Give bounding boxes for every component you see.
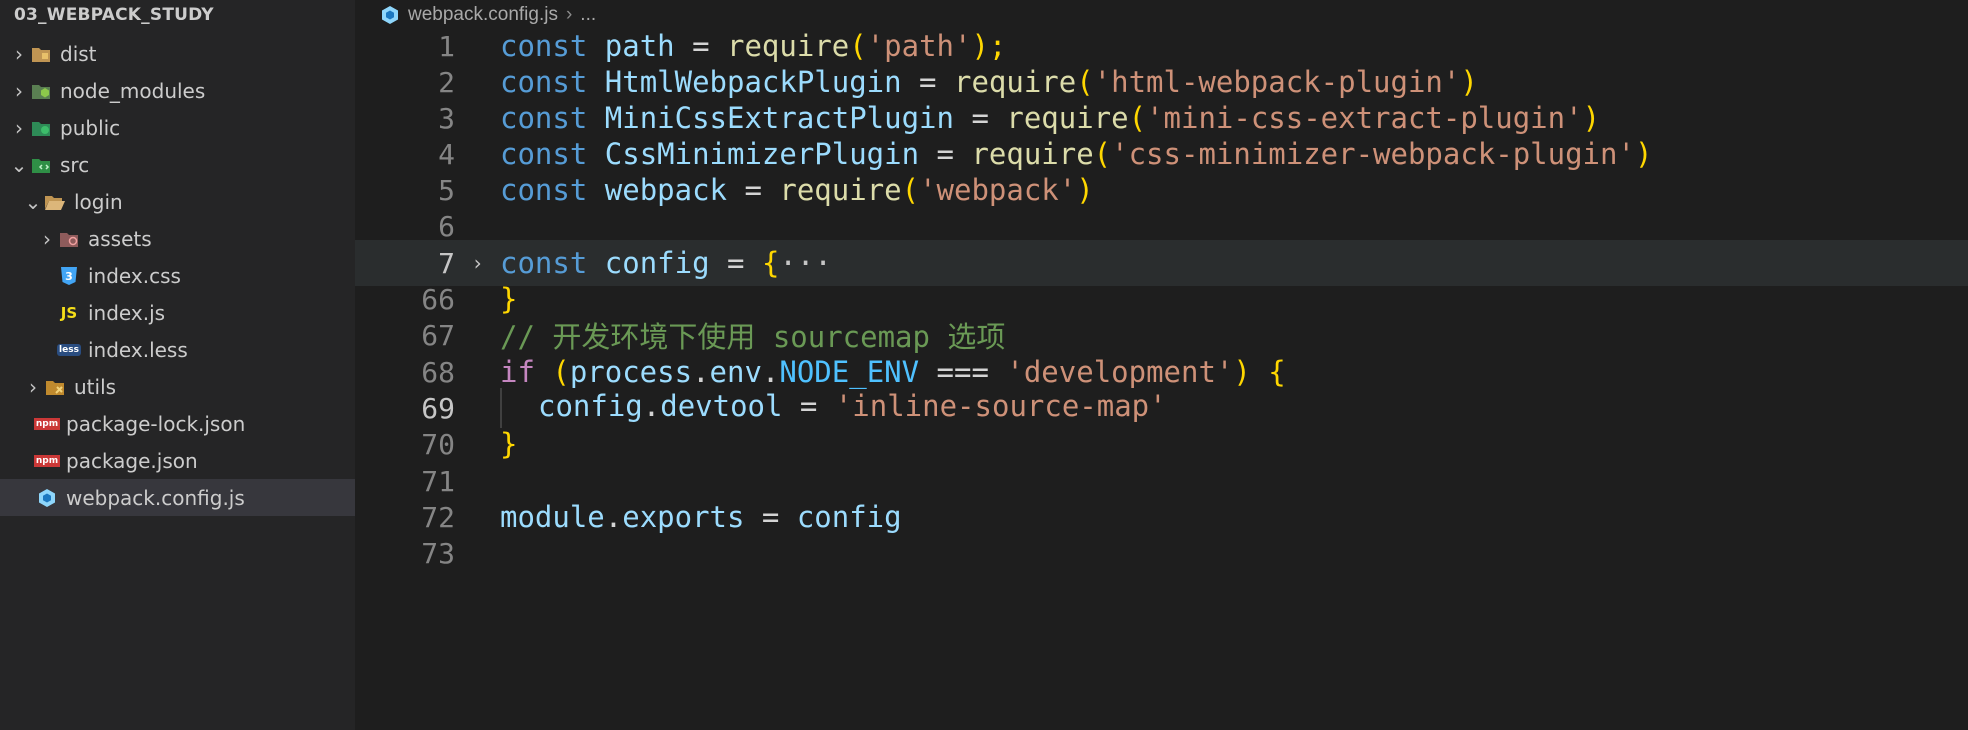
chevron-right-icon[interactable]: › [8,72,30,109]
tree-item-index-js[interactable]: JS index.js [0,294,413,331]
tree-item-src[interactable]: ⌄ src [0,146,363,183]
line-number: 6 [438,209,455,243]
explorer-root-title[interactable]: 03_WEBPACK_STUDY [14,0,214,30]
line-number: 5 [438,173,455,207]
public-folder-icon [30,117,52,139]
npm-icon-text: npm [33,417,61,430]
tree-item-label: webpack.config.js [66,485,245,510]
webpack-file-icon [380,5,400,25]
chevron-right-icon[interactable]: › [22,368,44,405]
line-number: 66 [421,282,455,316]
tree-item-utils[interactable]: › utils [0,368,377,405]
chevron-right-icon[interactable]: › [36,220,58,257]
chevron-down-icon[interactable]: ⌄ [8,146,30,183]
dist-folder-icon [30,43,52,65]
line-number: 73 [421,536,455,570]
line-number: 2 [438,65,455,99]
line-number: 7 [438,246,455,280]
chevron-down-icon[interactable]: ⌄ [22,183,44,220]
tree-item-label: utils [74,374,117,399]
code-line[interactable]: 73 [355,530,1968,576]
tree-item-label: login [74,189,123,214]
tree-item-login[interactable]: ⌄ login [0,183,377,220]
chevron-right-icon[interactable]: › [8,109,30,146]
line-number: 67 [421,318,455,352]
tree-item-label: public [60,115,121,140]
tree-item-node-modules[interactable]: › node_modules [0,72,363,109]
folded-region-ellipsis[interactable]: ··· [779,246,831,280]
line-number: 68 [421,355,455,389]
tree-item-dist[interactable]: › dist [0,35,363,72]
tree-item-index-less[interactable]: less index.less [0,331,413,368]
tree-item-index-css[interactable]: 3 index.css [0,257,413,294]
tree-item-package-json[interactable]: npm package.json [0,442,391,479]
folder-open-icon [44,191,66,213]
node-modules-folder-icon [30,80,52,102]
chevron-right-icon[interactable]: › [8,35,30,72]
line-number: 69 [421,391,455,425]
tree-item-label: package.json [66,448,198,473]
tree-item-label: index.js [88,300,166,325]
line-number: 4 [438,137,455,171]
line-number: 1 [438,29,455,63]
code-editor[interactable]: 1 const path = require('path'); 2 const … [355,29,1968,730]
tree-item-label: index.less [88,337,188,362]
tree-item-label: src [60,152,90,177]
tree-item-label: assets [88,226,152,251]
line-number: 72 [421,500,455,534]
npm-file-icon: npm [33,413,61,435]
line-number: 70 [421,427,455,461]
tree-item-label: node_modules [60,78,206,103]
js-file-icon: JS [60,303,78,322]
npm-icon-text: npm [33,454,61,467]
tree-item-webpack-config-js[interactable]: webpack.config.js [0,479,391,516]
css-file-icon: 3 [58,265,80,287]
svg-text:3: 3 [65,270,73,283]
line-number: 3 [438,101,455,135]
tree-item-assets[interactable]: › assets [0,220,391,257]
npm-file-icon: npm [33,450,61,472]
tree-item-label: index.css [88,263,181,288]
tree-item-package-lock-json[interactable]: npm package-lock.json [0,405,391,442]
webpack-file-icon [36,487,58,509]
less-file-icon: less [57,339,81,361]
tree-item-public[interactable]: › public [0,109,363,146]
assets-folder-icon [58,228,80,250]
explorer-sidebar: 03_WEBPACK_STUDY › dist › node_modules ›… [0,0,391,730]
src-folder-icon [30,154,52,176]
less-icon-text: less [57,343,81,356]
tree-item-label: package-lock.json [66,411,246,436]
utils-folder-icon [44,376,66,398]
tree-item-label: dist [60,41,97,66]
line-number: 71 [421,464,455,498]
